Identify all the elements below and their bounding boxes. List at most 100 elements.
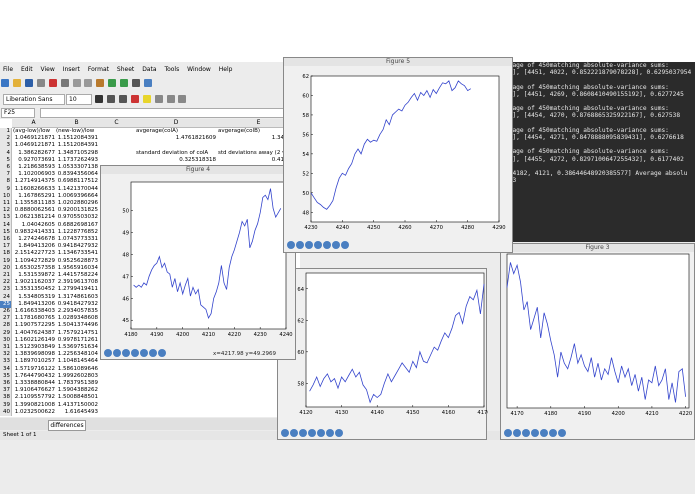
cell-b[interactable]: 1.5041374496 xyxy=(56,322,98,329)
figure-window-middle[interactable]: Figure 4 4180 4190 4200 4210 4220 4230 4240 50 4… xyxy=(100,165,296,360)
home-icon[interactable] xyxy=(104,349,112,357)
forward-icon[interactable] xyxy=(299,429,307,437)
cell-b[interactable]: 1.1512084391 xyxy=(56,135,98,142)
cell-b[interactable]: 1.5008848501 xyxy=(56,394,98,401)
configure-icon[interactable] xyxy=(326,429,334,437)
cell-b[interactable]: 1.1512084391 xyxy=(56,142,98,149)
figure-window-bottom-right[interactable]: Figure 3 4170 4180 4190 4200 4210 4220 xyxy=(500,243,695,440)
cell-a[interactable]: 1.849413206 xyxy=(13,243,55,250)
cell-b[interactable]: 0.8394356064 xyxy=(56,171,98,178)
header-cell-b[interactable]: (new-low)/low xyxy=(56,128,98,135)
align-left-icon[interactable] xyxy=(154,95,163,103)
home-icon[interactable] xyxy=(504,429,512,437)
row-header[interactable]: 15 xyxy=(0,228,12,236)
cell-b[interactable]: 1.0202880296 xyxy=(56,200,98,207)
open-icon[interactable] xyxy=(12,79,21,87)
row-header[interactable]: 9 xyxy=(0,185,12,193)
cell-a[interactable]: 1.167865291 xyxy=(13,193,55,200)
new-icon[interactable] xyxy=(1,79,9,87)
avg-a-value[interactable]: 1.4761821609 xyxy=(136,135,216,142)
cell-a[interactable]: 0.8880062561 xyxy=(13,207,55,214)
cell-a[interactable]: 1.274246678 xyxy=(13,236,55,243)
configure-icon[interactable] xyxy=(332,241,340,249)
row-header[interactable]: 13 xyxy=(0,214,12,222)
cell-b[interactable]: 1.0069396664 xyxy=(56,193,98,200)
cell-b[interactable]: 0.6882698167 xyxy=(56,222,98,229)
row-header[interactable]: 31 xyxy=(0,344,12,352)
cell-a[interactable]: 1.5123903849 xyxy=(13,344,55,351)
cell-a[interactable]: 1.5719716122 xyxy=(13,366,55,373)
save-figure-icon[interactable] xyxy=(335,429,343,437)
cell-a[interactable]: 2.1514227723 xyxy=(13,250,55,257)
header-cell-d[interactable]: avgerage(colA) xyxy=(136,128,216,135)
cell-b[interactable]: 1.2256348104 xyxy=(56,351,98,358)
row-header[interactable]: 28 xyxy=(0,322,12,330)
forward-icon[interactable] xyxy=(122,349,130,357)
cell-a[interactable]: 1.849413206 xyxy=(13,301,55,308)
back-icon[interactable] xyxy=(513,429,521,437)
copy-icon[interactable] xyxy=(84,79,93,87)
cell-a[interactable]: 1.6166338403 xyxy=(13,308,55,315)
cell-a[interactable]: 1.0621381214 xyxy=(13,214,55,221)
cell-a[interactable]: 1.1907572295 xyxy=(13,322,55,329)
cell-a[interactable]: 1.1608266633 xyxy=(13,186,55,193)
cell-a[interactable]: 1.3338880844 xyxy=(13,380,55,387)
cell-a[interactable]: 1.1355811183 xyxy=(13,200,55,207)
menu-sheet[interactable]: Sheet xyxy=(117,66,134,73)
column-header-b[interactable]: B xyxy=(55,119,99,128)
cell-b[interactable]: 1.1228776852 xyxy=(56,229,98,236)
cell-a[interactable]: 1.7644790432 xyxy=(13,373,55,380)
paste-icon[interactable] xyxy=(96,79,105,87)
cell-b[interactable]: 1.2799419411 xyxy=(56,286,98,293)
undo-icon[interactable] xyxy=(108,79,117,87)
column-header-d[interactable]: D xyxy=(135,119,218,128)
cell-a[interactable]: 1.9106476627 xyxy=(13,387,55,394)
cell-a[interactable]: 1.0232500622 xyxy=(13,409,55,416)
italic-icon[interactable] xyxy=(106,95,115,103)
font-name-box[interactable]: Liberation Sans xyxy=(3,94,65,105)
cell-a[interactable]: 1.3531350452 xyxy=(13,286,55,293)
row-header[interactable]: 35 xyxy=(0,372,12,380)
cell-b[interactable]: 2.3919613708 xyxy=(56,279,98,286)
row-header[interactable]: 2 xyxy=(0,135,12,143)
cell-b[interactable]: 1.5861089646 xyxy=(56,366,98,373)
cell-b[interactable]: 1.7837951389 xyxy=(56,380,98,387)
cell-a[interactable]: 1.534805319 xyxy=(13,294,55,301)
cell-b[interactable]: 1.1421370044 xyxy=(56,186,98,193)
row-header[interactable]: 7 xyxy=(0,171,12,179)
row-header[interactable]: 30 xyxy=(0,336,12,344)
cell-b[interactable]: 1.0289348608 xyxy=(56,315,98,322)
cell-b[interactable]: 1.9565916034 xyxy=(56,265,98,272)
row-header[interactable]: 26 xyxy=(0,308,12,316)
underline-icon[interactable] xyxy=(118,95,127,103)
column-header-a[interactable]: A xyxy=(12,119,56,128)
cell-b[interactable]: 1.61645493 xyxy=(56,409,98,416)
cell-a[interactable]: 1.0469121871 xyxy=(13,135,55,142)
export-icon[interactable] xyxy=(36,79,45,87)
zoom-icon[interactable] xyxy=(323,241,331,249)
cell-a[interactable]: 1.218638593 xyxy=(13,164,55,171)
align-center-icon[interactable] xyxy=(166,95,175,103)
cell-a[interactable]: 1.531539872 xyxy=(13,272,55,279)
row-header[interactable]: 22 xyxy=(0,279,12,287)
row-header[interactable]: 19 xyxy=(0,257,12,265)
cell-b[interactable]: 1.0533307138 xyxy=(56,164,98,171)
menu-format[interactable]: Format xyxy=(88,66,109,73)
cell-b[interactable]: 1.4137150002 xyxy=(56,402,98,409)
terminal-window[interactable]: erage of 450matching absolute-variance s… xyxy=(505,62,695,242)
figure-window-5[interactable]: Figure 5 4230 4240 4250 4260 4270 4280 4290 62 6… xyxy=(283,57,513,253)
row-header[interactable]: 8 xyxy=(0,178,12,186)
configure-icon[interactable] xyxy=(549,429,557,437)
cell-a[interactable]: 1.0469121871 xyxy=(13,142,55,149)
cell-a[interactable]: 0.927073691 xyxy=(13,157,55,164)
row-header[interactable]: 10 xyxy=(0,192,12,200)
cell-b[interactable]: 1.3174861603 xyxy=(56,294,98,301)
cell-b[interactable]: 1.0743773331 xyxy=(56,236,98,243)
cell-b[interactable]: 1.5369751634 xyxy=(56,344,98,351)
row-header[interactable]: 29 xyxy=(0,329,12,337)
menu-help[interactable]: Help xyxy=(219,66,233,73)
back-icon[interactable] xyxy=(296,241,304,249)
cell-a[interactable]: 1.386282677 xyxy=(13,150,55,157)
row-header[interactable]: 17 xyxy=(0,243,12,251)
row-header[interactable]: 5 xyxy=(0,156,12,164)
